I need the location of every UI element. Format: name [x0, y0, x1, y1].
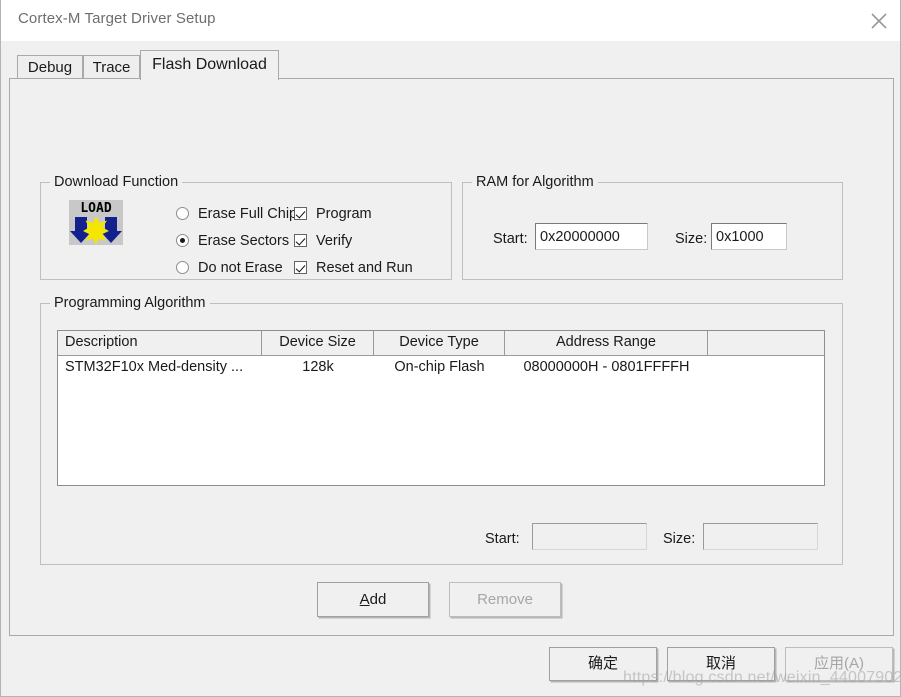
table-header-row: Description Device Size Device Type Addr…	[58, 331, 824, 356]
radio-erase-full-chip-indicator[interactable]	[176, 207, 189, 220]
ram-start-label: Start:	[493, 231, 528, 247]
radio-erase-full-chip-label: Erase Full Chip	[198, 206, 298, 222]
checkbox-verify-label: Verify	[316, 233, 353, 249]
tab-flash-download[interactable]: Flash Download	[140, 50, 279, 80]
close-icon	[871, 13, 887, 29]
table-row[interactable]: STM32F10x Med-density ... 128k On-chip F…	[58, 356, 824, 379]
remove-button-label: Remove	[477, 591, 533, 608]
cell-device-size: 128k	[302, 359, 334, 375]
add-button-accel: A	[359, 591, 370, 608]
tab-debug-label: Debug	[27, 59, 73, 76]
algo-size-input[interactable]	[703, 523, 818, 550]
column-header-device-size[interactable]: Device Size	[262, 331, 374, 355]
checkbox-reset-and-run-label: Reset and Run	[316, 260, 413, 276]
ram-size-label: Size:	[675, 231, 708, 247]
algo-start-input[interactable]	[532, 523, 647, 550]
tab-trace-label: Trace	[92, 59, 131, 76]
group-download-function-legend: Download Function	[50, 174, 183, 190]
group-ram-for-algorithm: RAM for Algorithm Start: Size:	[462, 174, 843, 280]
load-icon-text: LOAD	[80, 201, 112, 216]
radio-do-not-erase[interactable]: Do not Erase	[176, 259, 283, 276]
add-button-label: dd	[369, 591, 387, 608]
column-header-device-type[interactable]: Device Type	[374, 331, 505, 355]
remove-button[interactable]: Remove	[449, 582, 561, 617]
group-programming-algorithm-legend: Programming Algorithm	[50, 295, 210, 311]
dialog-window: Cortex-M Target Driver Setup Debug Trace…	[0, 0, 901, 697]
algo-size-label: Size:	[663, 531, 696, 547]
checkbox-reset-and-run-indicator[interactable]	[294, 261, 307, 274]
cancel-button[interactable]: 取消	[667, 647, 775, 681]
radio-do-not-erase-label: Do not Erase	[198, 260, 283, 276]
checkbox-verify[interactable]: Verify	[294, 232, 352, 249]
tab-panel-flash-download: Download Function LOAD Erase Full Chip E…	[9, 78, 894, 636]
tab-trace[interactable]: Trace	[83, 55, 140, 80]
radio-erase-full-chip[interactable]: Erase Full Chip	[176, 205, 297, 222]
apply-button[interactable]: 应用(A)	[785, 647, 893, 681]
radio-erase-sectors-indicator[interactable]	[176, 234, 189, 247]
ok-button[interactable]: 确定	[549, 647, 657, 681]
ram-size-input[interactable]	[711, 223, 787, 250]
add-button[interactable]: Add	[317, 582, 429, 617]
radio-do-not-erase-indicator[interactable]	[176, 261, 189, 274]
tab-debug[interactable]: Debug	[17, 55, 83, 80]
group-download-function: Download Function LOAD Erase Full Chip E…	[40, 174, 452, 280]
checkbox-program-indicator[interactable]	[294, 207, 307, 220]
cancel-button-label: 取消	[705, 655, 736, 672]
cell-device-type: On-chip Flash	[394, 359, 485, 375]
column-header-address-range[interactable]: Address Range	[505, 331, 708, 355]
column-header-description[interactable]: Description	[58, 331, 262, 355]
load-icon-graphic	[70, 216, 122, 245]
close-button[interactable]	[856, 0, 900, 40]
column-header-blank[interactable]	[708, 331, 824, 355]
load-icon: LOAD	[69, 200, 123, 245]
radio-erase-sectors[interactable]: Erase Sectors	[176, 232, 289, 249]
checkbox-reset-and-run[interactable]: Reset and Run	[294, 259, 413, 276]
tab-flash-download-label: Flash Download	[152, 56, 267, 73]
group-ram-for-algorithm-legend: RAM for Algorithm	[472, 174, 598, 190]
cell-extra	[708, 356, 824, 379]
algo-start-label: Start:	[485, 531, 520, 547]
title-bar: Cortex-M Target Driver Setup	[1, 0, 900, 41]
active-tab-merge	[141, 77, 278, 80]
group-programming-algorithm: Programming Algorithm Description Device…	[40, 295, 843, 565]
checkbox-program[interactable]: Program	[294, 205, 372, 222]
ok-button-label: 确定	[587, 655, 618, 672]
ram-start-input[interactable]	[535, 223, 648, 250]
cell-address-range: 08000000H - 0801FFFFH	[523, 359, 690, 375]
tab-strip: Debug Trace Flash Download	[9, 40, 894, 80]
programming-algorithm-table[interactable]: Description Device Size Device Type Addr…	[57, 330, 825, 486]
checkbox-program-label: Program	[316, 206, 372, 222]
cell-description: STM32F10x Med-density ...	[65, 359, 244, 375]
apply-button-label: 应用(A)	[814, 655, 864, 672]
radio-erase-sectors-label: Erase Sectors	[198, 233, 290, 249]
window-title: Cortex-M Target Driver Setup	[18, 10, 216, 27]
checkbox-verify-indicator[interactable]	[294, 234, 307, 247]
